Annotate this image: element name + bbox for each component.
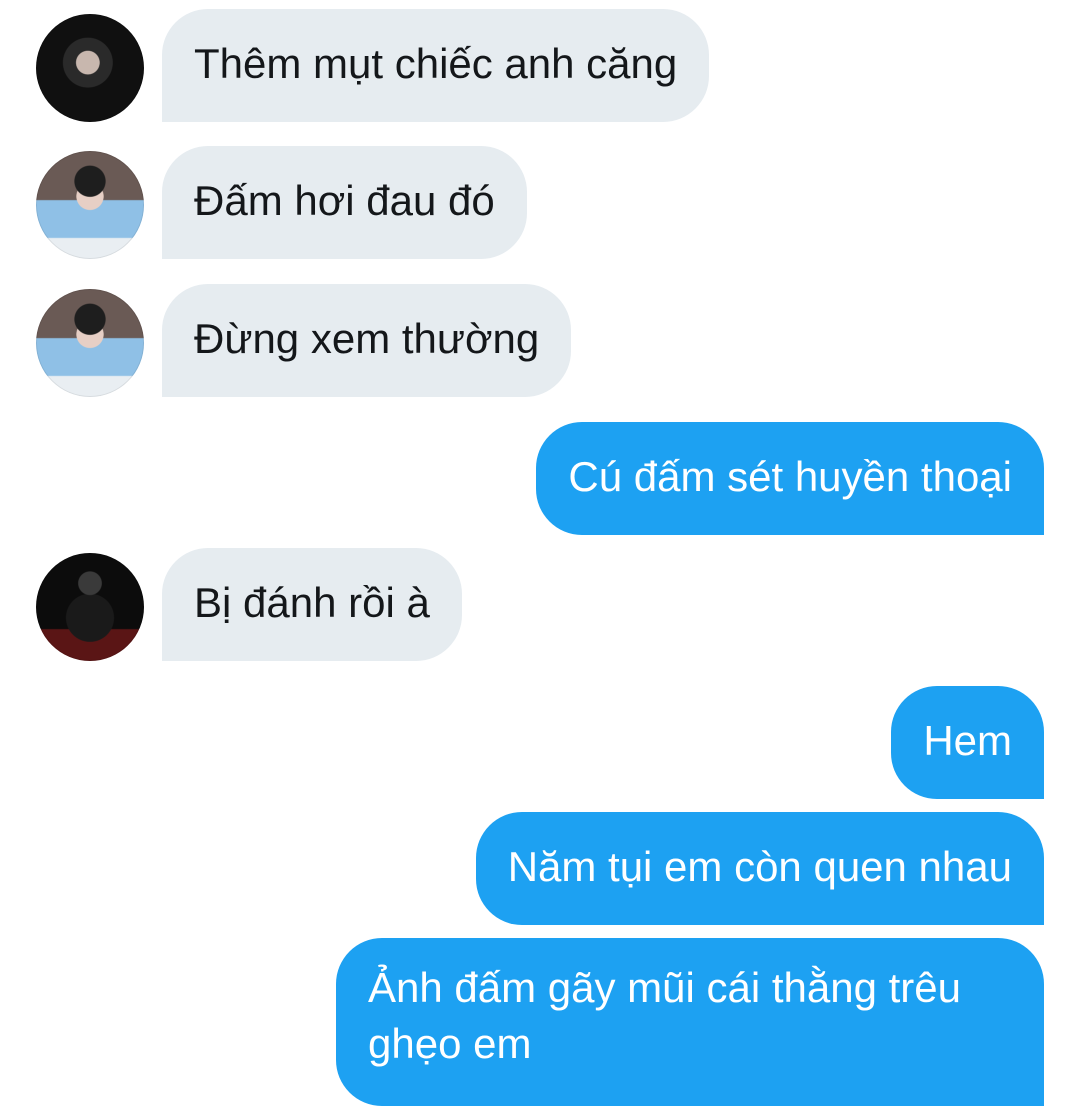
outgoing-message-bubble[interactable]: Cú đấm sét huyền thoại xyxy=(536,422,1044,535)
incoming-message-bubble[interactable]: Thêm mụt chiếc anh căng xyxy=(162,9,710,122)
sender-avatar[interactable] xyxy=(36,553,144,661)
message-text: Bị đánh rồi à xyxy=(194,579,430,626)
sender-avatar[interactable] xyxy=(36,151,144,259)
outgoing-message-bubble[interactable]: Hem xyxy=(891,686,1044,799)
message-text: Đấm hơi đau đó xyxy=(194,177,495,224)
incoming-message-bubble[interactable]: Đừng xem thường xyxy=(162,284,572,397)
message-text: Cú đấm sét huyền thoại xyxy=(568,453,1012,500)
outgoing-message-bubble[interactable]: Ảnh đấm gãy mũi cái thằng trêu ghẹo em xyxy=(336,938,1044,1106)
chat-screen: { "messages": [ {"direction": "incoming"… xyxy=(0,0,1080,1110)
sender-avatar[interactable] xyxy=(36,289,144,397)
message-text: Đừng xem thường xyxy=(194,315,540,362)
incoming-message-bubble[interactable]: Bị đánh rồi à xyxy=(162,548,462,661)
incoming-message-bubble[interactable]: Đấm hơi đau đó xyxy=(162,146,527,259)
outgoing-message-bubble[interactable]: Năm tụi em còn quen nhau xyxy=(475,812,1044,925)
message-text: Hem xyxy=(923,717,1012,764)
message-text: Thêm mụt chiếc anh căng xyxy=(194,40,678,87)
sender-avatar[interactable] xyxy=(36,14,144,122)
message-text: Năm tụi em còn quen nhau xyxy=(507,843,1012,890)
message-text: Ảnh đấm gãy mũi cái thằng trêu ghẹo em xyxy=(368,964,962,1067)
